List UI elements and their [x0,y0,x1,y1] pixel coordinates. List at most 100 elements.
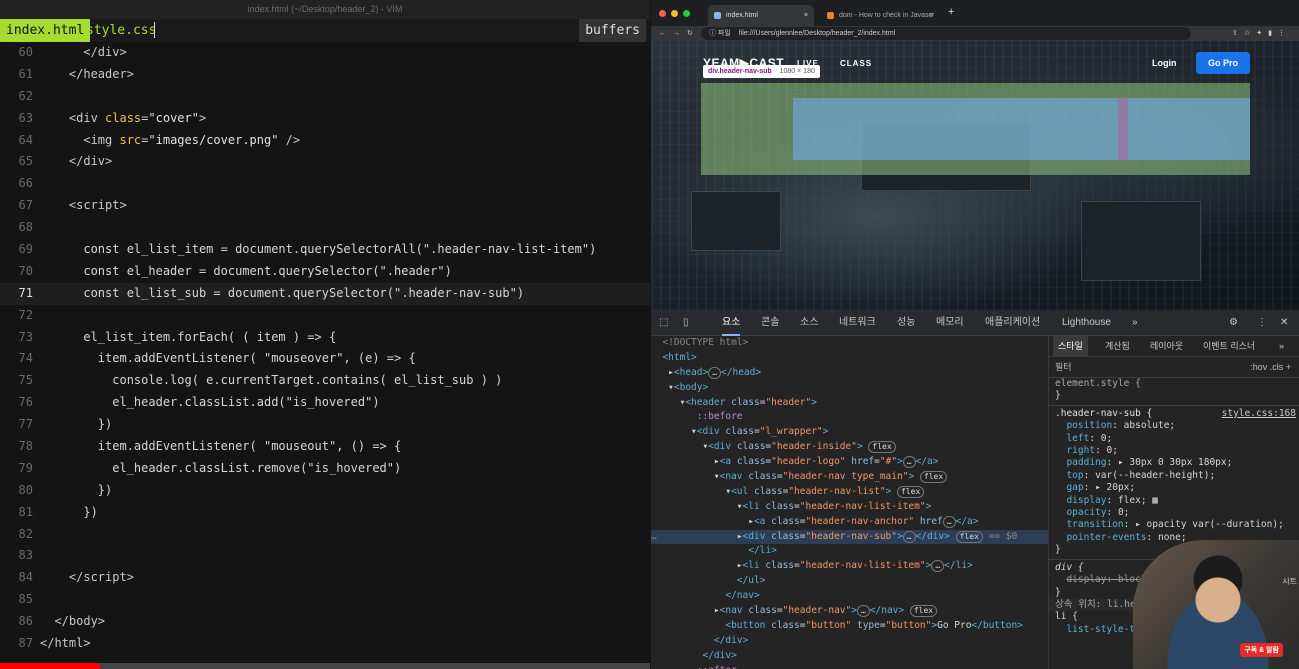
code-line: 63 <div class="cover"> [18,110,207,125]
tab-elements[interactable]: 요소 [722,310,741,336]
tab-memory[interactable]: 메모리 [936,310,964,336]
go-pro-button[interactable]: Go Pro [1196,52,1250,74]
dom-node[interactable]: ▸<nav class="header-nav">… </nav> flex [651,604,1048,619]
dom-node[interactable]: ▾<header class="header"> [651,396,1048,411]
css-declaration[interactable]: top: var(--header-height); [1049,470,1299,482]
css-declaration[interactable]: gap: ▸ 20px; [1049,482,1299,494]
code-line: 66 [18,176,33,191]
browser-tab-stackoverflow[interactable]: dom - How to check in Javascr × [821,5,939,26]
tab-performance[interactable]: 성능 [897,310,915,336]
tab-console[interactable]: 콘솔 [761,310,779,336]
dom-node[interactable]: <!DOCTYPE html> [651,336,1048,351]
maximize-window-icon[interactable] [683,10,690,17]
url-input[interactable]: ⓘ 파일 file:///Users/glennlee/Desktop/head… [701,27,1191,40]
dom-node[interactable]: ▾<div class="l_wrapper"> [651,425,1048,440]
browser-tab-index[interactable]: index.html × [708,5,814,26]
code-line: 69 const el_list_item = document.querySe… [18,242,597,257]
dom-node[interactable]: ▾<ul class="header-nav-list"> flex [651,485,1048,500]
dom-node[interactable]: ▸<a class="header-nav-anchor" href… </a> [651,515,1048,530]
nav-class[interactable]: CLASS [840,59,872,68]
editor-title: index.html (~/Desktop/header_2) - VIM [0,0,650,19]
dom-node[interactable]: </div> [651,649,1048,664]
device-toolbar-icon[interactable]: ▯ [683,310,689,336]
close-window-icon[interactable] [659,10,666,17]
dom-node[interactable]: <button class="button" type="button">Go … [651,619,1048,634]
element-style-rule[interactable]: element.style { [1049,378,1299,390]
page-viewport[interactable]: YEAM▶CAST LIVE CLASS Login Go Pro div.he… [651,41,1299,310]
dom-node[interactable]: ▾<div class="header-inside"> flex [651,440,1048,455]
dom-node[interactable]: ::before [651,410,1048,425]
rule-close: } [1055,390,1061,402]
tab-event-listeners[interactable]: 이벤트 리스너 [1203,336,1255,357]
code-line: 72 [18,307,33,322]
dom-node[interactable]: <html> [651,351,1048,366]
dom-node[interactable]: </nav> [651,589,1048,604]
tab-styles[interactable]: 스타일 [1053,336,1088,357]
tab-sources[interactable]: 소스 [800,310,818,336]
tab-layout[interactable]: 레이아웃 [1150,336,1183,357]
forward-icon[interactable]: → [673,26,680,41]
tab-network[interactable]: 네트워크 [839,310,876,336]
close-devtools-icon[interactable]: ✕ [1280,310,1288,336]
elements-tree[interactable]: <!DOCTYPE html> <html> ▸<head>… </head> ▾… [651,336,1048,669]
filter-actions[interactable]: :hov .cls + [1250,357,1291,378]
css-declaration[interactable]: transition: ▸ opacity var(--duration); [1049,519,1299,531]
dom-node[interactable]: ::after [651,664,1048,669]
css-declaration[interactable]: position: absolute; [1049,420,1299,432]
subscribe-badge: 구독 & 알람 [1240,643,1283,657]
circuit-chip [1081,201,1201,281]
tab-application[interactable]: 애플리케이션 [985,310,1040,336]
code-line: 61 </header> [18,66,134,81]
css-declaration[interactable]: opacity: 0; [1049,507,1299,519]
rule-header: .header-nav-sub { style.css:168 [1049,408,1299,420]
code-line: 82 [18,526,33,541]
tab-lighthouse[interactable]: Lighthouse [1062,310,1111,336]
minimize-window-icon[interactable] [671,10,678,17]
dom-node[interactable]: ▸<a class="header-logo" href="#">… </a> [651,455,1048,470]
tab-title: index.html [726,12,758,19]
settings-gear-icon[interactable]: ⚙ [1229,310,1238,336]
dom-node[interactable]: </div> [651,634,1048,649]
code-line: 86 </body> [18,614,106,629]
dom-node[interactable]: ▸<head>… </head> [651,366,1048,381]
browser-tabstrip: index.html × dom - How to check in Javas… [651,0,1299,26]
login-link[interactable]: Login [1152,58,1177,68]
rule-source-link[interactable]: style.css:168 [1222,408,1296,420]
more-options-icon[interactable]: ⋮ [1257,310,1267,336]
css-declaration[interactable]: right: 0; [1049,445,1299,457]
dom-node[interactable]: ▾<li class="header-nav-list-item"> [651,500,1048,515]
devtools-gap-highlight [1118,98,1128,160]
address-bar-row: ← → ↻ ⓘ 파일 file:///Users/glennlee/Deskto… [651,26,1299,41]
tab-computed[interactable]: 계산됨 [1105,336,1130,357]
editor-tabline: index.html style.css buffers [0,19,650,42]
vim-editor[interactable]: index.html (~/Desktop/header_2) - VIM in… [0,0,650,669]
dom-node-selected[interactable]: … ▸<div class="header-nav-sub">… </div> f… [651,529,1048,545]
dom-node[interactable]: ▾<nav class="header-nav type_main"> flex [651,470,1048,485]
browser-toolbar-icons[interactable]: ⇪☆✦▮⋮ [1232,26,1291,41]
code-line: 64 <img src="images/cover.png" /> [18,132,301,147]
tab-close-icon[interactable]: × [929,5,933,26]
code-line: 76 el_header.classList.add("is_hovered") [18,395,380,410]
css-declaration[interactable]: display: flex; ▦ [1049,495,1299,507]
back-icon[interactable]: ← [659,26,666,41]
reload-icon[interactable]: ↻ [687,26,693,41]
code-line: 81 }) [18,504,98,519]
video-progress-bar[interactable] [0,663,650,669]
inspect-element-icon[interactable]: ⬚ [659,310,668,336]
dom-node[interactable]: </li> [651,544,1048,559]
styles-filter-input[interactable]: 필터 [1055,362,1072,372]
editor-tab-style[interactable]: style.css [80,19,162,42]
new-tab-button[interactable]: + [948,6,954,18]
css-declaration[interactable]: padding: ▸ 30px 0 30px 180px; [1049,457,1299,469]
css-declaration[interactable]: left: 0; [1049,433,1299,445]
styles-tabs: 스타일 계산됨 레이아웃 이벤트 리스너 » [1049,336,1299,357]
code-area[interactable]: 60 </div> 61 </header> 62 63 <div class=… [0,42,650,655]
dom-node[interactable]: </ul> [651,574,1048,589]
dom-node[interactable]: ▸<li class="header-nav-list-item">… </li> [651,559,1048,574]
editor-tab-index[interactable]: index.html [0,19,91,42]
tab-close-icon[interactable]: × [804,5,808,26]
dom-node[interactable]: ▾<body> [651,381,1048,396]
more-tabs-icon[interactable]: » [1279,336,1284,357]
rule-selector[interactable]: .header-nav-sub { [1055,408,1152,419]
more-tabs-icon[interactable]: » [1132,310,1138,336]
